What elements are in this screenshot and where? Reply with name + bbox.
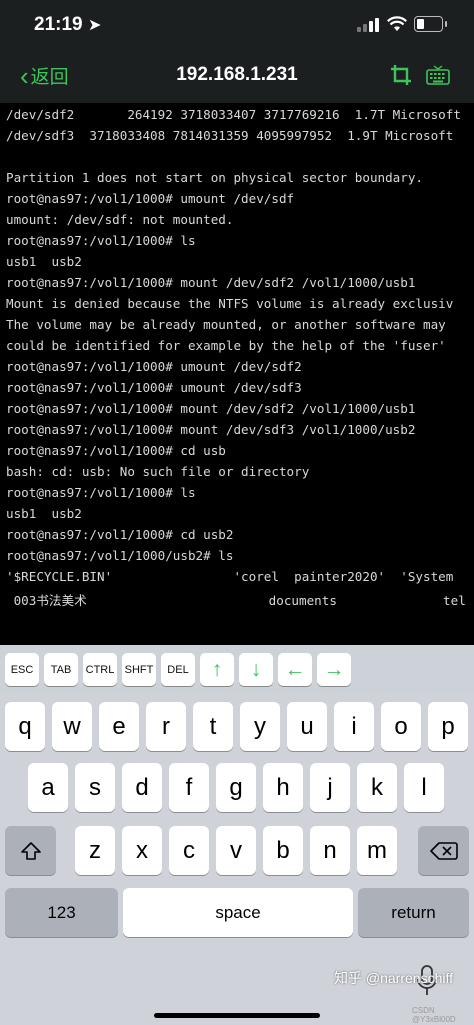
- key-s[interactable]: s: [75, 763, 115, 812]
- esc-key[interactable]: ESC: [5, 653, 39, 686]
- key-d[interactable]: d: [122, 763, 162, 812]
- terminal-line: /dev/sdf3 3718033408 7814031359 40959979…: [6, 128, 454, 143]
- terminal-line: root@nas97:/vol1/1000/usb2# ls: [6, 548, 234, 563]
- ctrl-key[interactable]: CTRL: [83, 653, 117, 686]
- watermark: 知乎 @narrenschiff: [334, 970, 453, 986]
- key-a[interactable]: a: [28, 763, 68, 812]
- terminal-line: root@nas97:/vol1/1000# ls: [6, 233, 196, 248]
- crop-icon[interactable]: [390, 64, 412, 86]
- extra-keys-row: ESC TAB CTRL SHFT DEL ↑ ↓ ← →: [0, 645, 474, 693]
- battery-icon: [414, 16, 447, 32]
- key-k[interactable]: k: [357, 763, 397, 812]
- key-t[interactable]: t: [193, 702, 233, 751]
- cellular-signal-icon: [357, 18, 381, 32]
- delete-key[interactable]: DEL: [161, 653, 195, 686]
- key-i[interactable]: i: [334, 702, 374, 751]
- terminal-line: root@nas97:/vol1/1000# umount /dev/sdf2: [6, 359, 302, 374]
- key-f[interactable]: f: [169, 763, 209, 812]
- backspace-key[interactable]: [418, 826, 469, 875]
- key-r[interactable]: r: [146, 702, 186, 751]
- navigation-bar: ‹ 返回 192.168.1.231: [0, 52, 474, 102]
- return-key[interactable]: return: [358, 888, 469, 937]
- shift-icon: [20, 841, 41, 860]
- key-m[interactable]: m: [357, 826, 397, 875]
- terminal-line: Mount is denied because the NTFS volume …: [6, 296, 454, 311]
- key-g[interactable]: g: [216, 763, 256, 812]
- terminal-line: bash: cd: usb: No such file or directory: [6, 464, 310, 479]
- terminal-line: root@nas97:/vol1/1000# umount /dev/sdf3: [6, 380, 302, 395]
- key-p[interactable]: p: [428, 702, 468, 751]
- key-j[interactable]: j: [310, 763, 350, 812]
- watermark-sub: CSDN @Y3xBl00D: [412, 1006, 456, 1024]
- key-q[interactable]: q: [5, 702, 45, 751]
- key-u[interactable]: u: [287, 702, 327, 751]
- shift-mod-key[interactable]: SHFT: [122, 653, 156, 686]
- terminal-line: /dev/sdf2 264192 3718033407 3717769216 1…: [6, 107, 461, 122]
- terminal-line: Partition 1 does not start on physical s…: [6, 170, 424, 185]
- key-c[interactable]: c: [169, 826, 209, 875]
- terminal-line: '$RECYCLE.BIN' 'corel painter2020' 'Syst…: [6, 569, 454, 584]
- key-v[interactable]: v: [216, 826, 256, 875]
- terminal-line: usb1 usb2: [6, 254, 82, 269]
- status-bar: 21:19 ➤: [0, 0, 474, 52]
- terminal-line: root@nas97:/vol1/1000# cd usb: [6, 443, 226, 458]
- arrow-right-key[interactable]: →: [317, 653, 351, 686]
- terminal-line: umount: /dev/sdf: not mounted.: [6, 212, 234, 227]
- key-b[interactable]: b: [263, 826, 303, 875]
- status-time: 21:19: [34, 14, 83, 35]
- arrow-down-key[interactable]: ↓: [239, 653, 273, 686]
- key-z[interactable]: z: [75, 826, 115, 875]
- key-x[interactable]: x: [122, 826, 162, 875]
- wifi-icon: [387, 16, 407, 31]
- top-bar: 21:19 ➤ ‹ 返回 192.168.1.231: [0, 0, 474, 103]
- terminal-line: root@nas97:/vol1/1000# mount /dev/sdf2 /…: [6, 401, 416, 416]
- key-e[interactable]: e: [99, 702, 139, 751]
- arrow-up-key[interactable]: ↑: [200, 653, 234, 686]
- numbers-key[interactable]: 123: [5, 888, 118, 937]
- shift-key[interactable]: [5, 826, 56, 875]
- key-w[interactable]: w: [52, 702, 92, 751]
- keyboard-icon[interactable]: [426, 65, 450, 87]
- backspace-icon: [429, 841, 458, 860]
- home-indicator[interactable]: [154, 1013, 320, 1018]
- location-arrow-icon: ➤: [88, 17, 102, 34]
- terminal-line: root@nas97:/vol1/1000# ls: [6, 485, 196, 500]
- tab-key[interactable]: TAB: [44, 653, 78, 686]
- terminal-line: root@nas97:/vol1/1000# mount /dev/sdf3 /…: [6, 422, 416, 437]
- terminal-line: 003书法美术 documents tel: [6, 593, 466, 608]
- terminal-output[interactable]: /dev/sdf2 264192 3718033407 3717769216 1…: [0, 103, 474, 645]
- space-key[interactable]: space: [123, 888, 353, 937]
- terminal-line: root@nas97:/vol1/1000# cd usb2: [6, 527, 234, 542]
- terminal-line: root@nas97:/vol1/1000# umount /dev/sdf: [6, 191, 295, 206]
- key-n[interactable]: n: [310, 826, 350, 875]
- terminal-line: usb1 usb2: [6, 506, 82, 521]
- key-o[interactable]: o: [381, 702, 421, 751]
- terminal-line: The volume may be already mounted, or an…: [6, 317, 446, 332]
- terminal-line: root@nas97:/vol1/1000# mount /dev/sdf2 /…: [6, 275, 416, 290]
- key-l[interactable]: l: [404, 763, 444, 812]
- key-h[interactable]: h: [263, 763, 303, 812]
- key-y[interactable]: y: [240, 702, 280, 751]
- terminal-line: could be identified for example by the h…: [6, 338, 446, 353]
- arrow-left-key[interactable]: ←: [278, 653, 312, 686]
